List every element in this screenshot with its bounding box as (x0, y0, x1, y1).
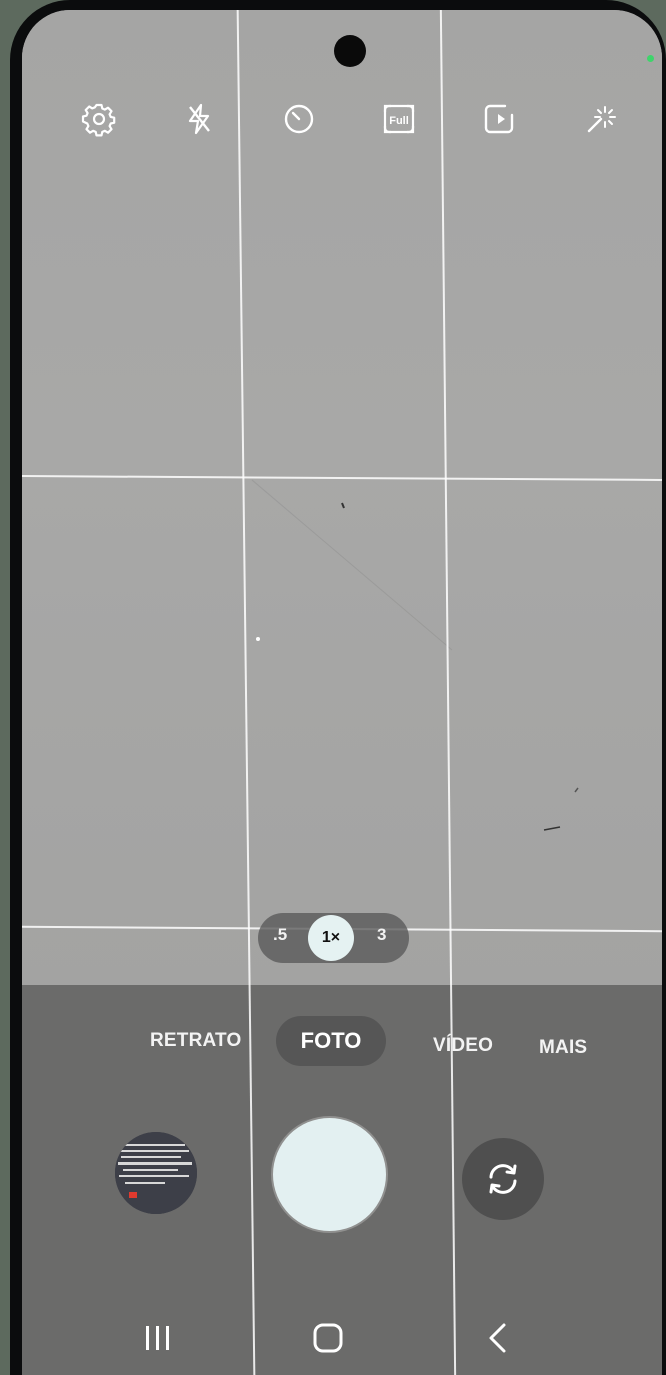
motion-photo-button[interactable] (478, 98, 520, 140)
switch-camera-button[interactable] (462, 1138, 544, 1220)
mode-mais[interactable]: MAIS (539, 1037, 587, 1059)
mode-retrato[interactable]: RETRATO (150, 1030, 241, 1052)
mode-video[interactable]: VÍDEO (433, 1035, 493, 1057)
shutter-button[interactable] (273, 1118, 386, 1231)
front-camera-cutout (334, 35, 366, 67)
zoom-option-05[interactable]: .5 (273, 925, 287, 945)
viewfinder-texture (251, 479, 579, 831)
aspect-ratio-label: Full (389, 115, 409, 127)
settings-button[interactable] (78, 98, 120, 140)
back-icon (489, 1323, 506, 1353)
recent-apps-button[interactable] (135, 1315, 181, 1361)
timer-button[interactable] (278, 98, 320, 140)
flash-button[interactable] (178, 98, 220, 140)
gear-icon (81, 103, 116, 137)
timer-icon (284, 104, 314, 134)
switch-camera-icon (489, 1164, 517, 1194)
zoom-option-3[interactable]: 3 (377, 925, 386, 945)
aspect-ratio-button[interactable]: Full (378, 98, 420, 140)
back-button[interactable] (475, 1315, 521, 1361)
filters-button[interactable] (578, 98, 620, 140)
home-button[interactable] (305, 1315, 351, 1361)
zoom-option-1x[interactable]: 1× (308, 915, 354, 961)
viewfinder[interactable] (22, 10, 662, 995)
flash-off-icon (188, 103, 210, 135)
home-icon (313, 1323, 343, 1353)
camera-screen: Full .5 1× 3 RETRATO FOTO VÍDEO MAIS (22, 10, 662, 1375)
recent-apps-icon (146, 1326, 169, 1350)
gallery-preview-image (115, 1132, 197, 1214)
gallery-thumbnail[interactable] (115, 1132, 197, 1214)
filters-icon (587, 106, 616, 133)
zoom-selector: .5 1× 3 (258, 913, 409, 963)
aspect-ratio-icon: Full (383, 104, 415, 134)
privacy-indicator-dot (647, 55, 654, 62)
motion-photo-icon (484, 104, 514, 134)
mode-foto[interactable]: FOTO (276, 1016, 386, 1066)
